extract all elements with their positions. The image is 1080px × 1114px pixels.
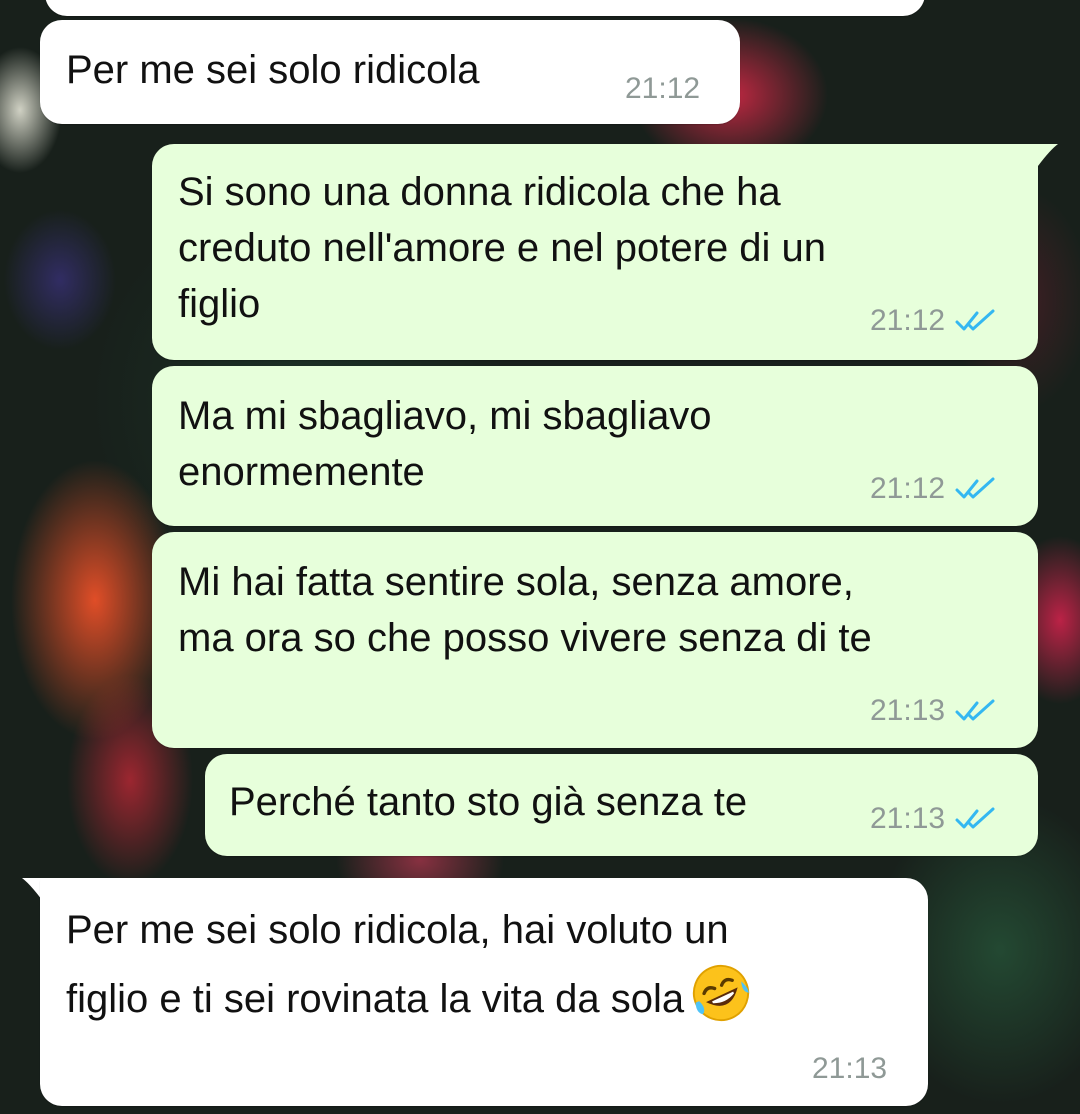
message-text: Perché tanto sto già senza te	[229, 780, 748, 824]
message-meta: 21:12	[870, 304, 997, 338]
message-meta: 21:13	[870, 802, 997, 836]
message-text: Si sono una donna ridicola che ha credut…	[178, 170, 827, 326]
message-time: 21:13	[870, 802, 946, 835]
message-meta: 21:12	[870, 472, 997, 506]
message-bubble-outgoing[interactable]: Perché tanto sto già senza te 21:13	[205, 754, 1038, 856]
message-text: Ma mi sbagliavo, mi sbagliavo enormement…	[178, 394, 712, 494]
message-meta: 21:13	[870, 694, 997, 728]
message-bubble-outgoing[interactable]: Mi hai fatta sentire sola, senza amore, …	[152, 532, 1038, 748]
message-time: 21:12	[870, 472, 946, 505]
read-double-check-icon	[955, 309, 995, 331]
bubble-tail	[1030, 144, 1058, 166]
message-meta: 21:12	[625, 72, 700, 106]
message-bubble-outgoing[interactable]: Ma mi sbagliavo, mi sbagliavo enormement…	[152, 366, 1038, 526]
message-meta: 21:13	[812, 1052, 887, 1086]
message-text: Mi hai fatta sentire sola, senza amore, …	[178, 560, 872, 660]
message-time: 21:12	[870, 304, 946, 337]
message-bubble-outgoing[interactable]: Si sono una donna ridicola che ha credut…	[152, 144, 1038, 360]
message-bubble-incoming[interactable]	[45, 0, 925, 16]
message-text-content: Per me sei solo ridicola, hai voluto un …	[66, 908, 729, 1021]
message-time: 21:13	[870, 694, 946, 727]
message-bubble-incoming[interactable]: Per me sei solo ridicola, hai voluto un …	[40, 878, 928, 1106]
message-bubble-incoming[interactable]: Per me sei solo ridicola 21:12	[40, 20, 740, 124]
read-double-check-icon	[955, 477, 995, 499]
message-text: Per me sei solo ridicola, hai voluto un …	[66, 898, 752, 1031]
read-double-check-icon	[955, 699, 995, 721]
message-text: Per me sei solo ridicola	[66, 48, 480, 92]
message-time: 21:12	[625, 72, 701, 105]
read-double-check-icon	[955, 807, 995, 829]
message-time: 21:13	[812, 1052, 888, 1085]
rolling-on-the-floor-laughing-emoji-icon	[693, 964, 750, 1022]
